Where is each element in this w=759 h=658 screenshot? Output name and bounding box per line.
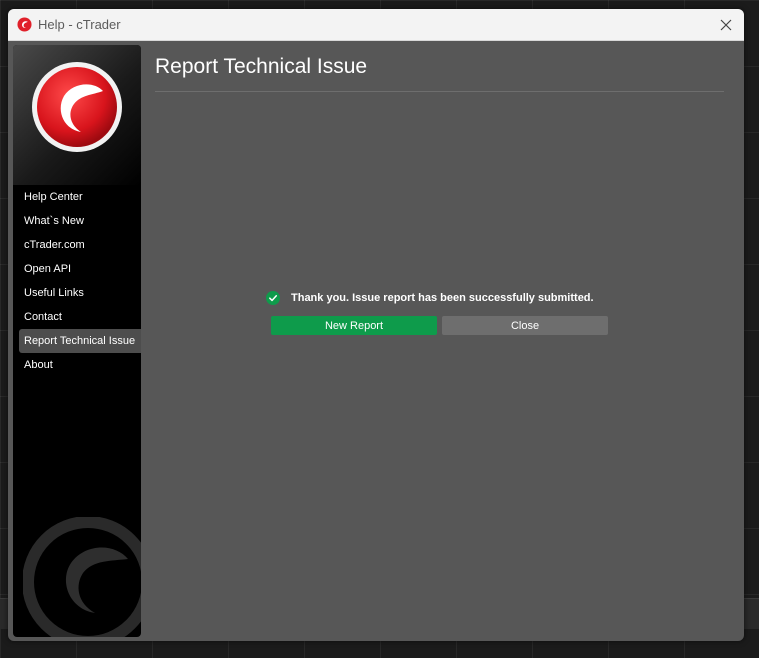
new-report-button[interactable]: New Report <box>271 316 437 335</box>
close-icon <box>720 19 732 31</box>
sidebar-item-whats-new[interactable]: What`s New <box>13 209 141 233</box>
sidebar-item-about[interactable]: About <box>13 353 141 377</box>
title-divider <box>155 91 724 92</box>
title-bar: Help - cTrader <box>8 9 744 41</box>
check-circle-icon <box>266 291 280 305</box>
help-dialog: Help - cTrader Help Center What`s New cT… <box>8 9 744 641</box>
sidebar-item-contact[interactable]: Contact <box>13 305 141 329</box>
window-title: Help - cTrader <box>38 17 121 32</box>
sidebar-item-help-center[interactable]: Help Center <box>13 185 141 209</box>
sidebar-item-open-api[interactable]: Open API <box>13 257 141 281</box>
close-window-button[interactable] <box>714 13 738 37</box>
close-button[interactable]: Close <box>442 316 608 335</box>
sidebar: Help Center What`s New cTrader.com Open … <box>13 45 141 637</box>
page-title: Report Technical Issue <box>155 55 368 78</box>
ctrader-watermark-icon <box>23 517 141 637</box>
sidebar-nav: Help Center What`s New cTrader.com Open … <box>13 185 141 377</box>
sidebar-item-ctrader-com[interactable]: cTrader.com <box>13 233 141 257</box>
main-content: Report Technical Issue Thank you. Issue … <box>155 45 724 641</box>
status-message: Thank you. Issue report has been success… <box>291 292 594 304</box>
sidebar-item-useful-links[interactable]: Useful Links <box>13 281 141 305</box>
submission-status: Thank you. Issue report has been success… <box>266 291 594 305</box>
sidebar-item-report-technical-issue[interactable]: Report Technical Issue <box>19 329 141 353</box>
ctrader-logo <box>32 62 122 152</box>
ctrader-logo-icon <box>17 17 32 32</box>
